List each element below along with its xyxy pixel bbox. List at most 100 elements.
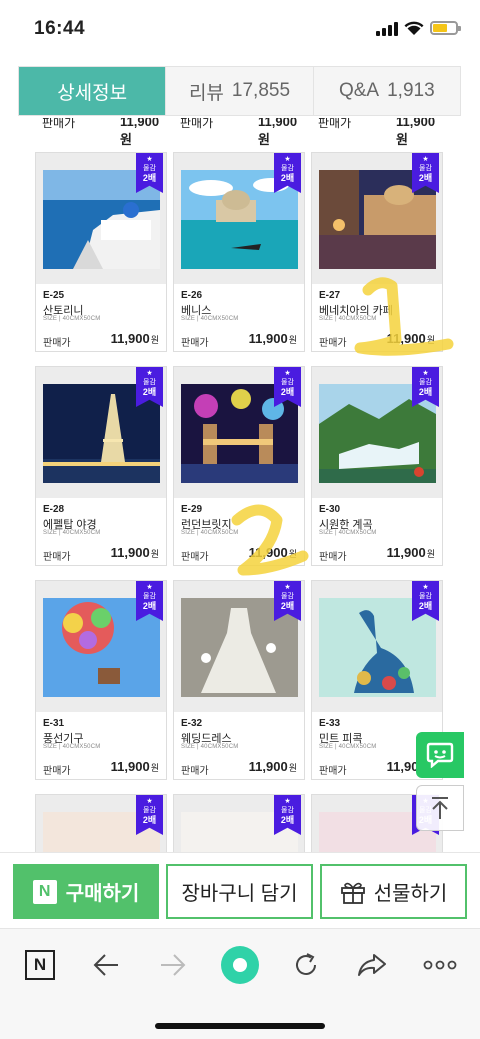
price-label: 판매가 (319, 338, 347, 349)
product-image: ★물감2배 (312, 367, 442, 498)
naver-home-button[interactable]: N (20, 945, 60, 985)
product-card[interactable]: ★ 물감 2배 E-26 베니스 SIZE | 40CMX50CM 판매가 11,9… (173, 152, 305, 352)
product-image: ★물감2배 (36, 581, 166, 712)
buy-button[interactable]: N 구매하기 (13, 864, 159, 919)
browser-toolbar: N (0, 928, 480, 1039)
more-dots-icon (423, 960, 457, 970)
product-price: 11,900원 (110, 331, 159, 346)
product-price: 11,900원 (386, 545, 435, 560)
status-time: 16:44 (34, 18, 86, 39)
partial-row-cell: 판매가 11,900원 (318, 118, 436, 147)
product-size: SIZE | 40CMX50CM (43, 744, 101, 750)
product-card[interactable]: ★ 물감 2배 E-29 런던브릿지 SIZE | 40CMX50CM 판매가 11… (173, 366, 305, 566)
share-icon (358, 954, 386, 976)
detail-tabs: 상세정보 리뷰 17,855 Q&A 1,913 (18, 66, 461, 116)
product-code: E-33 (319, 718, 341, 729)
cart-button-label: 장바구니 담기 (181, 883, 298, 905)
product-price: 11,900원 (248, 545, 297, 560)
refresh-icon (296, 953, 316, 975)
tab-qna[interactable]: Q&A 1,913 (312, 67, 460, 115)
green-dot-icon (221, 946, 259, 984)
forward-button[interactable] (153, 945, 193, 985)
product-image: ★물감2배 (174, 153, 304, 284)
product-card[interactable]: ★ 물감 2배 E-31 풍선기구 SIZE | 40CMX50CM 판매가 11,… (35, 580, 167, 780)
tab-qna-count: 1,913 (387, 80, 435, 101)
tab-reviews-label: 리뷰 (188, 82, 224, 104)
product-size: SIZE | 40CMX50CM (319, 530, 377, 536)
product-card[interactable]: ★물감2배 (173, 794, 305, 852)
price-label: 판매가 (181, 338, 209, 349)
price-label: 판매가 (181, 552, 209, 563)
product-size: SIZE | 40CMX50CM (319, 316, 377, 322)
price-label: 판매가 (43, 552, 71, 563)
product-card[interactable]: ★ 물감 2배 E-28 에펠탑 야경 SIZE | 40CMX50CM 판매가 1… (35, 366, 167, 566)
signal-icon (376, 22, 398, 36)
product-image: ★물감2배 (174, 795, 304, 852)
product-size: SIZE | 40CMX50CM (181, 744, 239, 750)
arrow-right-icon (161, 954, 186, 976)
price-label: 판매가 (181, 766, 209, 777)
tab-qna-label: Q&A (338, 80, 380, 101)
product-price: 11,900원 (110, 545, 159, 560)
partial-row: 판매가 11,900원 판매가 11,900원 판매가 11,900원 (0, 118, 480, 147)
arrow-up-icon (432, 797, 448, 819)
tab-reviews-count: 17,855 (231, 80, 291, 101)
product-code: E-28 (43, 504, 65, 515)
product-image: ★물감2배 (36, 153, 166, 284)
gift-icon (340, 882, 365, 904)
product-image: ★물감2배 (174, 581, 304, 712)
tab-details[interactable]: 상세정보 (19, 67, 166, 115)
product-card[interactable]: ★ 물감 2배 E-25 산토리니 SIZE | 40CMX50CM 판매가 11,… (35, 152, 167, 352)
battery-icon (430, 21, 461, 35)
product-price: 11,900원 (110, 759, 159, 774)
product-code: E-31 (43, 718, 65, 729)
gift-button[interactable]: 선물하기 (320, 864, 467, 919)
screen: 16:44 상세정보 리뷰 17,855 Q&A 1,913 판매가 11,900원 … (0, 0, 480, 1039)
more-button[interactable] (420, 945, 460, 985)
scroll-top-button[interactable] (416, 785, 464, 831)
product-image: ★물감2배 (36, 367, 166, 498)
product-card[interactable]: ★ 물감 2배 E-30 시원한 계곡 SIZE | 40CMX50CM 판매가 1… (311, 366, 443, 566)
price-label: 판매가 (43, 338, 71, 349)
product-code: E-29 (181, 504, 203, 515)
tab-details-label: 상세정보 (57, 82, 128, 104)
product-size: SIZE | 40CMX50CM (43, 316, 101, 322)
wifi-icon (404, 21, 424, 35)
partial-row-cell: 판매가 11,900원 (180, 118, 298, 147)
product-code: E-30 (319, 504, 341, 515)
naver-pay-icon: N (32, 879, 57, 904)
product-size: SIZE | 40CMX50CM (181, 530, 239, 536)
arrow-left-icon (93, 954, 118, 976)
product-code: E-25 (43, 290, 65, 301)
product-code: E-32 (181, 718, 203, 729)
product-card[interactable]: ★ 물감 2배 E-32 웨딩드레스 SIZE | 40CMX50CM 판매가 11… (173, 580, 305, 780)
product-image: ★물감2배 (312, 153, 442, 284)
price-label: 판매가 (319, 552, 347, 563)
naver-n-icon: N (25, 950, 55, 980)
gift-button-label: 선물하기 (373, 883, 448, 905)
product-image: ★물감2배 (36, 795, 166, 852)
back-button[interactable] (86, 945, 126, 985)
product-card[interactable]: ★물감2배 (35, 794, 167, 852)
status-bar: 16:44 (0, 0, 480, 60)
partial-row-cell: 판매가 11,900원 (42, 118, 160, 147)
purchase-action-bar: N 구매하기 장바구니 담기 선물하기 (0, 852, 480, 928)
chat-icon (426, 742, 454, 768)
product-card[interactable]: ★ 물감 2배 E-27 베네치아의 카페 SIZE | 40CMX50CM 판매가… (311, 152, 443, 352)
price-label: 판매가 (43, 766, 71, 777)
refresh-button[interactable] (286, 945, 326, 985)
product-size: SIZE | 40CMX50CM (43, 530, 101, 536)
product-image: ★물감2배 (312, 581, 442, 712)
product-code: E-26 (181, 290, 203, 301)
tab-reviews[interactable]: 리뷰 17,855 (165, 67, 312, 115)
price-label: 판매가 (319, 766, 347, 777)
share-button[interactable] (352, 945, 392, 985)
green-dot-button[interactable] (220, 945, 260, 985)
add-to-cart-button[interactable]: 장바구니 담기 (166, 864, 313, 919)
product-grid: 판매가 11,900원 판매가 11,900원 판매가 11,900원 ★ 물감 2배 E… (0, 118, 480, 852)
talk-talk-button[interactable] (416, 732, 464, 778)
product-size: SIZE | 40CMX50CM (319, 744, 377, 750)
buy-button-label: 구매하기 (65, 883, 140, 905)
product-size: SIZE | 40CMX50CM (181, 316, 239, 322)
product-code: E-27 (319, 290, 341, 301)
